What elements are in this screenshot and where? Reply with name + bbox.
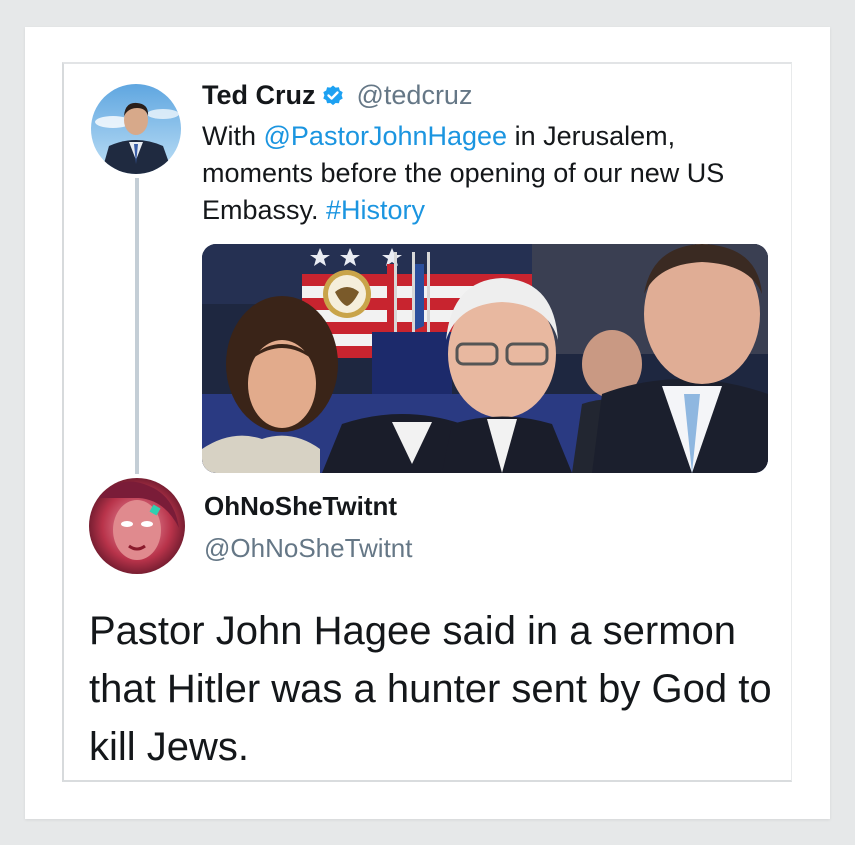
- tweet1-handle[interactable]: @tedcruz: [357, 80, 473, 111]
- hashtag-link[interactable]: #History: [326, 195, 425, 225]
- tweet1-author-name[interactable]: Ted Cruz: [202, 80, 316, 111]
- thread-connector-line: [135, 178, 139, 474]
- tweet1-photo[interactable]: [202, 244, 768, 473]
- ohnoshetwitnt-avatar[interactable]: [89, 478, 185, 574]
- tweet1-header: Ted Cruz @tedcruz: [202, 80, 472, 111]
- tweet1-text: With @PastorJohnHagee in Jerusalem, mome…: [202, 118, 772, 229]
- tweet2-text: Pastor John Hagee said in a sermon that …: [89, 609, 772, 769]
- tweet2-author-name[interactable]: OhNoSheTwitnt: [204, 491, 397, 522]
- tweet2-handle[interactable]: @OhNoSheTwitnt: [204, 533, 412, 564]
- tedcruz-avatar[interactable]: [91, 84, 181, 174]
- mention-link[interactable]: @PastorJohnHagee: [264, 121, 508, 151]
- verified-badge-icon: [321, 84, 345, 108]
- tweet1-text-start: With: [202, 121, 264, 151]
